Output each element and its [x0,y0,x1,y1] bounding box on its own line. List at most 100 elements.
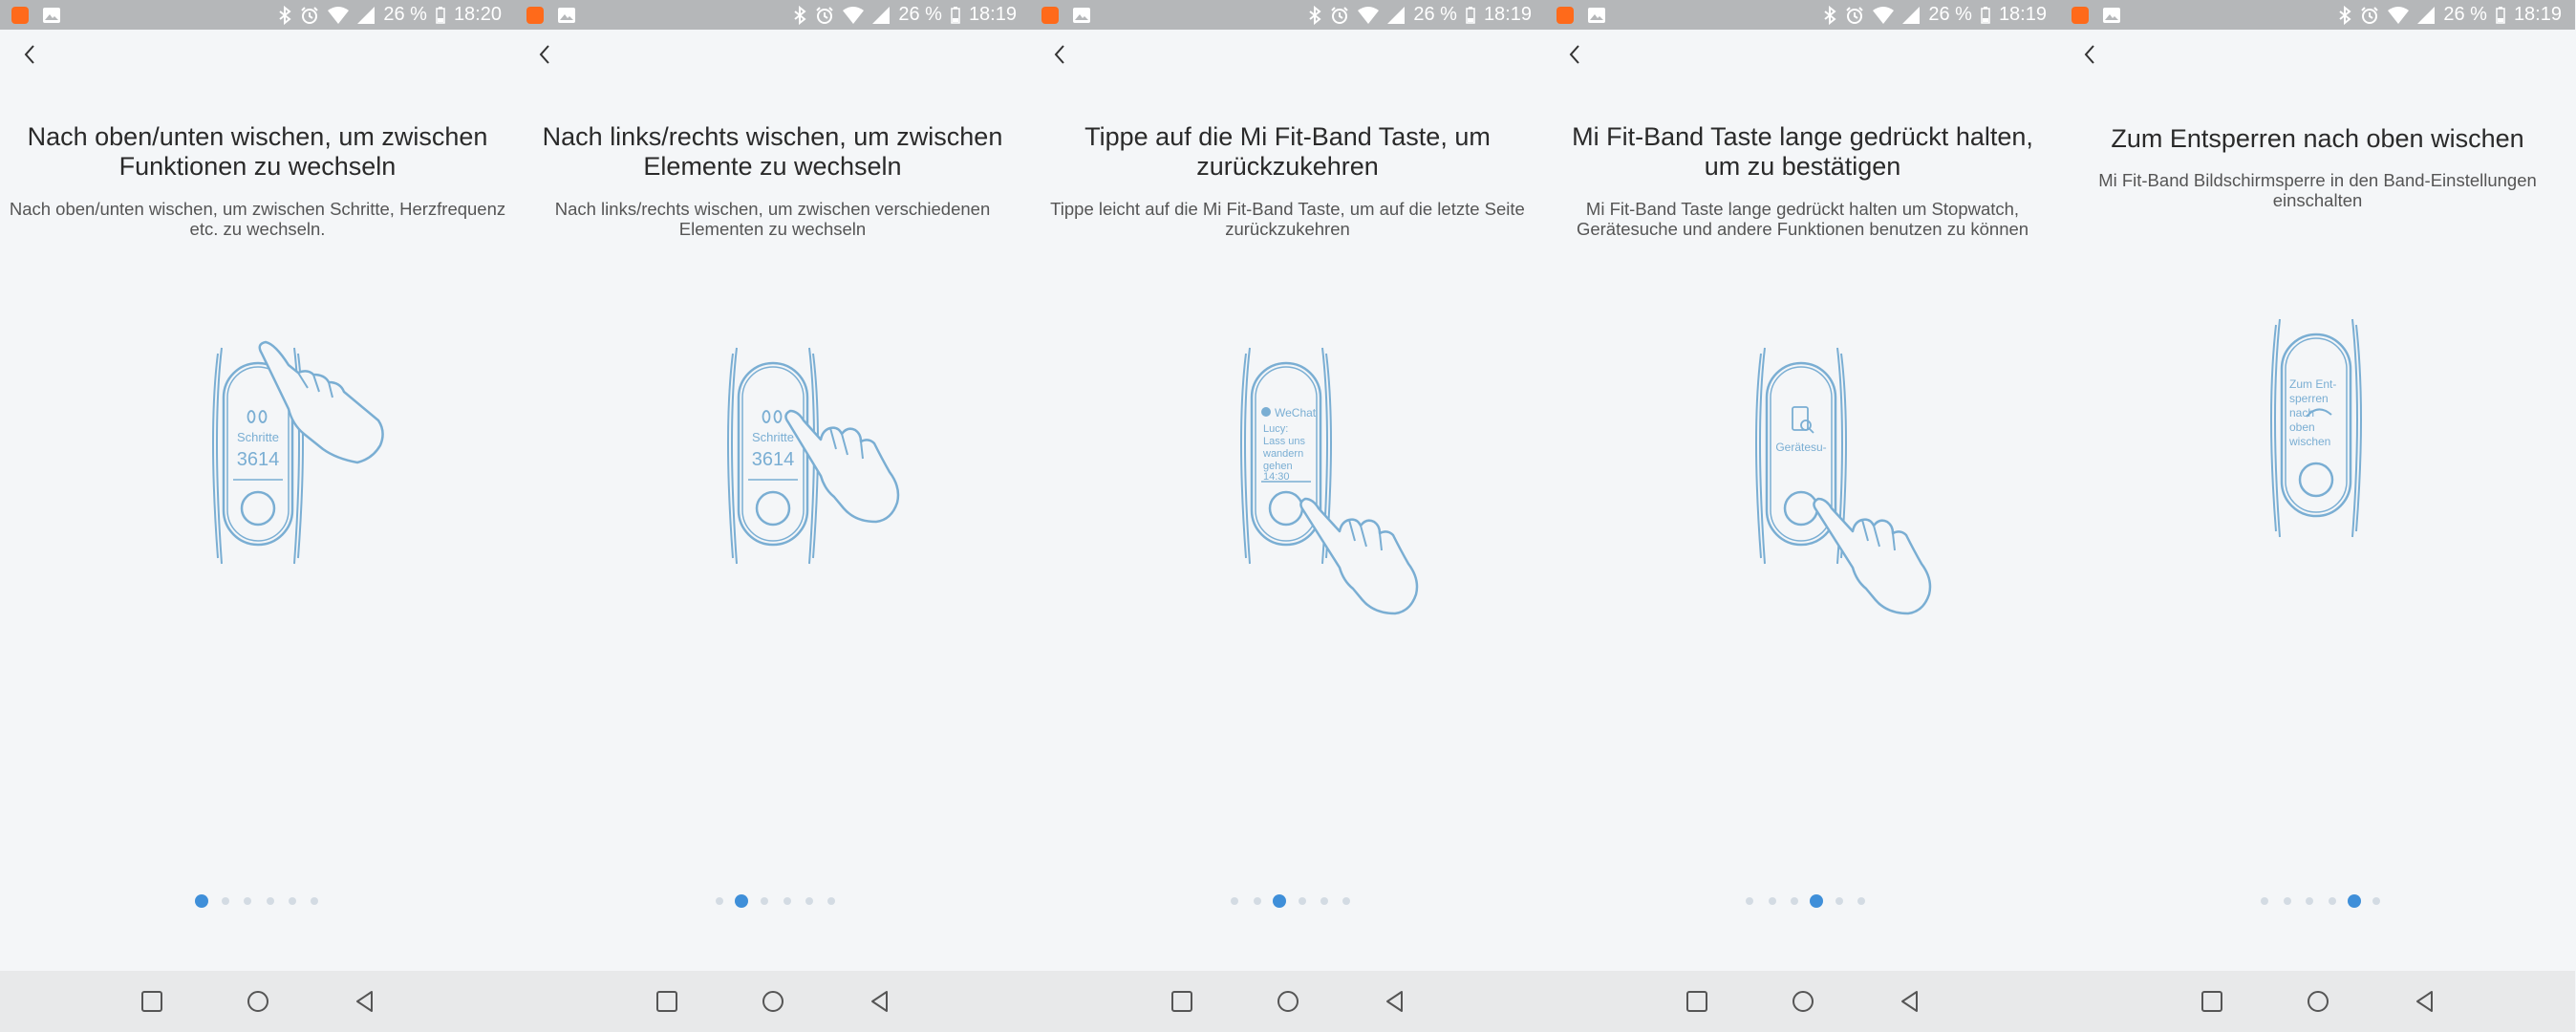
back-nav-button[interactable] [868,989,892,1014]
wifi-icon [328,6,350,24]
page-dot-3 [244,897,251,905]
home-button[interactable] [761,989,785,1014]
image-notification-icon [1073,8,1090,23]
band-metric-value: 3614 [237,449,280,470]
device-search-icon [1792,406,1814,434]
back-button[interactable] [15,38,44,71]
cell-signal-icon [1902,6,1921,24]
back-nav-button[interactable] [1383,989,1407,1014]
bluetooth-icon [1824,5,1836,25]
page-dot-3 [761,897,768,905]
chevron-left-icon [1569,45,1579,64]
chevron-left-icon [24,45,34,64]
page-description: Nach oben/unten wischen, um zwischen Sch… [9,199,506,239]
home-button[interactable] [1791,989,1815,1014]
page-dot-2 [735,894,748,908]
home-button[interactable] [2306,989,2330,1014]
battery-percent: 26 % [1928,4,1972,25]
home-button[interactable] [246,989,270,1014]
page-dot-2 [1769,897,1776,905]
chevron-left-icon [2084,45,2094,64]
mi-fit-notification-icon [2072,7,2089,24]
back-button[interactable] [2075,38,2104,71]
mi-fit-notification-icon [1041,7,1059,24]
notification-app-name: WeChat [1275,406,1317,419]
alarm-icon [1846,6,1864,24]
back-nav-button[interactable] [353,989,377,1014]
page-description: Mi Fit-Band Bildschirmsperre in den Band… [2098,170,2537,210]
recent-apps-button[interactable] [1685,989,1709,1014]
band-swipe-illustration: Schritte 3614 [727,347,900,565]
battery-icon [1466,6,1475,24]
wifi-icon [2388,6,2410,24]
page-dot-6 [1857,897,1865,905]
navigation-bar [2060,971,2575,1032]
status-bar: 26 % 18:19 [515,0,1030,30]
back-nav-button[interactable] [1898,989,1922,1014]
status-bar: 26 % 18:20 [0,0,515,30]
unlock-hint-line-2: sperren [2289,392,2329,405]
page-dot-5 [805,897,813,905]
unlock-hint-line-1: Zum Ent- [2289,377,2336,391]
onboarding-screens: 26 % 18:20 Nach oben/unten wischen, um z… [0,0,2576,1032]
alarm-icon [301,6,319,24]
navigation-bar [0,971,515,1032]
hand-icon [1813,497,1932,615]
page-dot-1 [716,897,723,905]
page-dot-4 [1299,897,1306,905]
screen-unlock: 26 % 18:19 Zum Entsperren nach oben wisc… [2060,0,2575,1032]
cell-signal-icon [872,6,891,24]
band-metric-label: Schritte [752,430,794,444]
hand-icon [784,409,900,524]
image-notification-icon [1588,8,1605,23]
recent-apps-button[interactable] [1170,989,1194,1014]
alarm-icon [816,6,834,24]
back-button[interactable] [1560,38,1589,71]
notification-time: 14:30 [1263,471,1290,483]
band-tap-illustration: WeChat Lucy: Lass uns wandern gehen 14:3… [1240,347,1419,615]
wifi-icon [843,6,865,24]
battery-icon [436,6,445,24]
screen-swipe-left-right: 26 % 18:19 Nach links/rechts wischen, um… [515,0,1030,1032]
page-dot-3 [1273,894,1286,908]
notification-line-2: Lass uns [1263,436,1306,447]
page-dot-4 [1810,894,1823,908]
recent-apps-button[interactable] [140,989,164,1014]
recent-apps-button[interactable] [2200,989,2224,1014]
battery-icon [951,6,960,24]
back-nav-button[interactable] [2413,989,2437,1014]
page-dot-5 [289,897,296,905]
navigation-bar [1545,971,2060,1032]
mi-fit-notification-icon [1556,7,1574,24]
page-dot-1 [2261,897,2268,905]
battery-icon [1981,6,1990,24]
wifi-icon [1358,6,1380,24]
image-notification-icon [43,8,60,23]
page-indicator [1545,893,2060,909]
recent-apps-button[interactable] [655,989,679,1014]
back-button[interactable] [1045,38,1074,71]
battery-percent: 26 % [898,4,942,25]
chevron-left-icon [1054,45,1064,64]
page-indicator [0,893,515,909]
mi-fit-notification-icon [11,7,29,24]
band-metric-value: 3614 [752,449,795,470]
screen-swipe-up-down: 26 % 18:20 Nach oben/unten wischen, um z… [0,0,515,1032]
page-dot-2 [222,897,229,905]
band-swipe-illustration: Schritte 3614 [212,340,384,565]
screen-long-press: 26 % 18:19 Mi Fit-Band Taste lange gedrü… [1545,0,2060,1032]
page-description: Nach links/rechts wischen, um zwischen v… [554,199,991,239]
image-notification-icon [558,8,575,23]
alarm-icon [1331,6,1349,24]
page-dot-4 [267,897,274,905]
bluetooth-icon [1309,5,1321,25]
mi-fit-notification-icon [526,7,544,24]
home-button[interactable] [1276,989,1300,1014]
status-bar: 26 % 18:19 [1030,0,1545,30]
status-bar: 26 % 18:19 [2060,0,2575,30]
back-button[interactable] [530,38,559,71]
page-dot-1 [1746,897,1753,905]
page-dot-1 [195,894,208,908]
unlock-hint-line-5: wischen [2288,435,2330,448]
cell-signal-icon [2417,6,2436,24]
